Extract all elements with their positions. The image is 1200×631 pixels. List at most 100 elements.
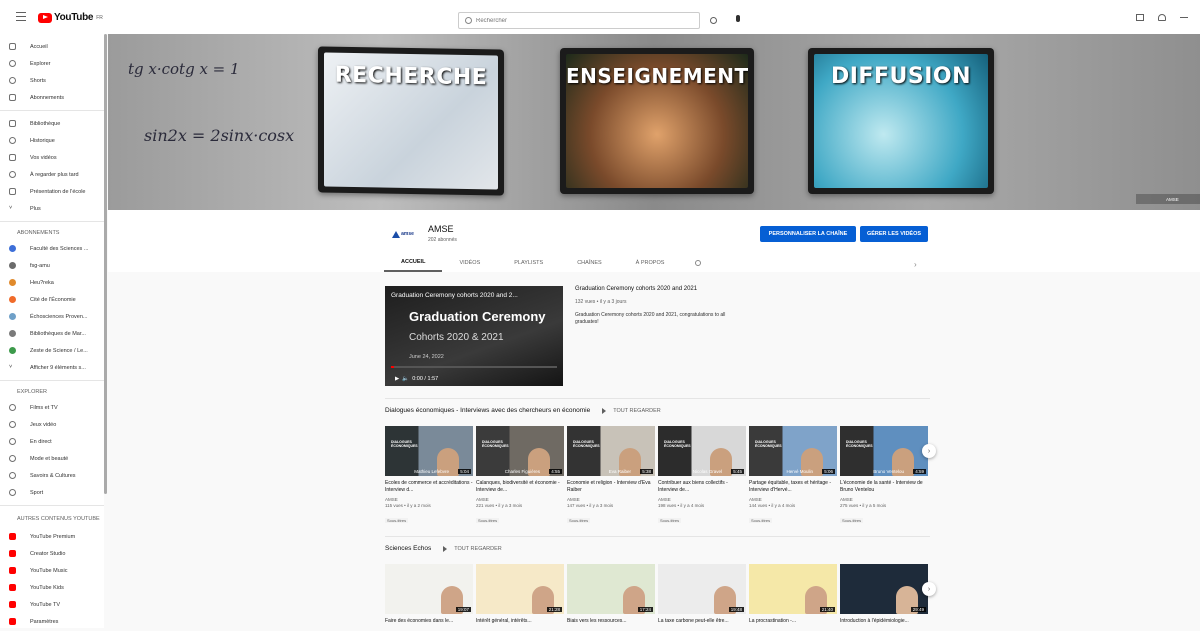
video-title[interactable]: Introduction à l'épidémiologie... — [840, 618, 928, 631]
customize-channel-button[interactable]: PERSONNALISER LA CHAÎNE — [760, 226, 856, 242]
video-thumbnail[interactable]: DIALOGUES ÉCONOMIQUES Nicolas Gravel 5:45 — [658, 426, 746, 476]
sidebar-label: Jeux vidéo — [30, 421, 57, 428]
video-thumbnail[interactable]: DIALOGUES ÉCONOMIQUES Bruno Ventelou 4:59 — [840, 426, 928, 476]
sidebar-item-subscription[interactable]: Échosciences Proven... — [0, 308, 104, 325]
featured-title[interactable]: Graduation Ceremony cohorts 2020 and 202… — [575, 286, 745, 292]
video-thumbnail[interactable]: DIALOGUES ÉCONOMIQUES Mathieu Lefebvre 5:0… — [385, 426, 473, 476]
search-button[interactable] — [702, 12, 724, 29]
video-title[interactable]: Partage équitable, taxes et héritage - I… — [749, 480, 837, 493]
video-thumbnail[interactable]: DIALOGUES ÉCONOMIQUES Eva Raiber 5:38 — [567, 426, 655, 476]
create-video-icon[interactable] — [1136, 14, 1144, 21]
sidebar-item-explore[interactable]: Savoirs & Cultures — [0, 467, 104, 484]
sidebar-item-subscriptions[interactable]: Abonnements — [0, 89, 104, 106]
sidebar-item-history[interactable]: Historique — [0, 132, 104, 149]
sidebar-item-explore[interactable]: Explorer — [0, 55, 104, 72]
manage-videos-button[interactable]: GÉRER LES VIDÉOS — [860, 226, 928, 242]
tab-channels[interactable]: CHAÎNES — [560, 254, 618, 272]
sidebar-item-explore[interactable]: Sport — [0, 484, 104, 501]
player-controls[interactable]: ▶ 🔈 0:00 / 1:57 — [395, 376, 438, 382]
youtube-logo[interactable]: YouTube FR — [38, 12, 103, 23]
video-title[interactable]: L'économie de la santé - Interview de Br… — [840, 480, 928, 493]
video-thumbnail[interactable]: DIALOGUES ÉCONOMIQUES Hervé Moulin 5:06 — [749, 426, 837, 476]
sidebar-item-youtube-service[interactable]: YouTube Premium — [0, 528, 104, 545]
video-card[interactable]: 17:24 Biais vers les ressources... — [567, 564, 655, 631]
sidebar-item-subscription[interactable]: Cité de l'Économie — [0, 291, 104, 308]
video-thumbnail[interactable]: 17:24 — [567, 564, 655, 614]
sidebar-item-explore[interactable]: Jeux vidéo — [0, 416, 104, 433]
channel-avatar[interactable]: amse — [386, 224, 420, 244]
sidebar-scrollbar[interactable] — [104, 34, 107, 494]
sidebar-item-subscription[interactable]: Bibliothèques de Mar... — [0, 325, 104, 342]
play-all-button[interactable]: TOUT REGARDER — [443, 546, 501, 552]
search-input[interactable] — [476, 17, 676, 24]
video-title[interactable]: Biais vers les ressources... — [567, 618, 655, 631]
video-title[interactable]: Calanques, biodiversité et économie - In… — [476, 480, 564, 493]
video-title[interactable]: La taxe carbone peut-elle être... — [658, 618, 746, 631]
next-arrow-button[interactable]: › — [922, 444, 936, 458]
tab-videos[interactable]: VIDÉOS — [442, 254, 497, 272]
banner-watermark[interactable]: AMSE — [1136, 194, 1200, 204]
sidebar-item-playlist[interactable]: Présentation de l'école — [0, 183, 104, 200]
video-card[interactable]: 21:28 Intérêt général, intérêts... — [476, 564, 564, 631]
sidebar-item-subscription[interactable]: Heu?reka — [0, 274, 104, 291]
video-card[interactable]: DIALOGUES ÉCONOMIQUES Nicolas Gravel 5:45 C… — [658, 426, 746, 527]
video-title[interactable]: Contribuer aux biens collectifs - Interv… — [658, 480, 746, 493]
sidebar-item-youtube-service[interactable]: YouTube Kids — [0, 579, 104, 596]
sidebar-item-subscription[interactable]: Faculté des Sciences ... — [0, 240, 104, 257]
sidebar-item-explore[interactable]: En direct — [0, 433, 104, 450]
subtitles-badge: Sous-titres — [567, 518, 591, 523]
video-title[interactable]: Faire des économies dans le... — [385, 618, 473, 631]
video-thumbnail[interactable]: 29:49 — [840, 564, 928, 614]
video-stats: 275 vues • il y a 5 mois — [840, 503, 887, 508]
account-icon[interactable] — [1180, 17, 1188, 18]
sidebar-item-subscription[interactable]: Zeste de Science / Le... — [0, 342, 104, 359]
video-title[interactable]: La procrastination -... — [749, 618, 837, 631]
next-arrow-button[interactable]: › — [922, 582, 936, 596]
menu-icon[interactable] — [16, 12, 26, 21]
sidebar-item-explore[interactable]: Films et TV — [0, 399, 104, 416]
sidebar-item-library[interactable]: Bibliothèque — [0, 115, 104, 132]
video-card[interactable]: DIALOGUES ÉCONOMIQUES Bruno Ventelou 4:59 L… — [840, 426, 928, 527]
video-title[interactable]: Intérêt général, intérêts... — [476, 618, 564, 631]
tab-about[interactable]: À PROPOS — [619, 254, 682, 272]
progress-bar[interactable] — [391, 366, 557, 368]
video-thumbnail[interactable]: 21:28 — [476, 564, 564, 614]
sidebar-item-shorts[interactable]: Shorts — [0, 72, 104, 89]
video-card[interactable]: DIALOGUES ÉCONOMIQUES Hervé Moulin 5:06 Par… — [749, 426, 837, 527]
search-icon[interactable] — [695, 260, 702, 266]
sidebar-item-explore[interactable]: Mode et beauté — [0, 450, 104, 467]
sidebar-item-youtube-service[interactable]: Creator Studio — [0, 545, 104, 562]
microphone-icon[interactable] — [736, 15, 740, 22]
video-thumbnail[interactable]: 19:07 — [385, 564, 473, 614]
video-title[interactable]: Écoles de commerce et accréditations - I… — [385, 480, 473, 493]
bell-icon[interactable] — [1158, 14, 1166, 21]
sidebar-item-subscription[interactable]: ˅ Afficher 9 éléments s... — [0, 359, 104, 376]
video-title[interactable]: Économie et religion - Interview d'Eva R… — [567, 480, 655, 493]
video-card[interactable]: DIALOGUES ÉCONOMIQUES Eva Raiber 5:38 Écono… — [567, 426, 655, 527]
sidebar-item-your-videos[interactable]: Vos vidéos — [0, 149, 104, 166]
video-thumbnail[interactable]: 21:40 — [749, 564, 837, 614]
chevron-right-icon[interactable]: › — [914, 260, 917, 269]
video-card[interactable]: 19:07 Faire des économies dans le... — [385, 564, 473, 631]
sidebar-item-youtube-service[interactable]: YouTube Music — [0, 562, 104, 579]
sidebar-item-youtube-service[interactable]: Paramètres — [0, 613, 104, 630]
sidebar-item-youtube-service[interactable]: YouTube TV — [0, 596, 104, 613]
video-card[interactable]: 21:40 La procrastination -... — [749, 564, 837, 631]
video-card[interactable]: 19:48 La taxe carbone peut-elle être... — [658, 564, 746, 631]
search-box[interactable] — [458, 12, 700, 29]
sidebar-item-home[interactable]: Accueil — [0, 38, 104, 55]
sidebar-item-more[interactable]: ˅ Plus — [0, 200, 104, 217]
video-thumbnail[interactable]: 19:48 — [658, 564, 746, 614]
sidebar-item-subscription[interactable]: fsg-amu — [0, 257, 104, 274]
video-thumbnail[interactable]: DIALOGUES ÉCONOMIQUES Charles Figuières 4:… — [476, 426, 564, 476]
video-card[interactable]: DIALOGUES ÉCONOMIQUES Mathieu Lefebvre 5:0… — [385, 426, 473, 527]
shelf-title[interactable]: Sciences Echos — [385, 545, 431, 552]
play-all-button[interactable]: TOUT REGARDER — [602, 408, 660, 414]
video-card[interactable]: DIALOGUES ÉCONOMIQUES Charles Figuières 4:… — [476, 426, 564, 527]
tab-playlists[interactable]: PLAYLISTS — [497, 254, 560, 272]
shelf-title[interactable]: Dialogues économiques - Interviews avec … — [385, 407, 590, 414]
featured-video-player[interactable]: Graduation Ceremony cohorts 2020 and 2..… — [385, 286, 563, 386]
video-card[interactable]: 29:49 Introduction à l'épidémiologie... — [840, 564, 928, 631]
sidebar-item-watch-later[interactable]: À regarder plus tard — [0, 166, 104, 183]
tab-home[interactable]: ACCUEIL — [384, 254, 443, 272]
